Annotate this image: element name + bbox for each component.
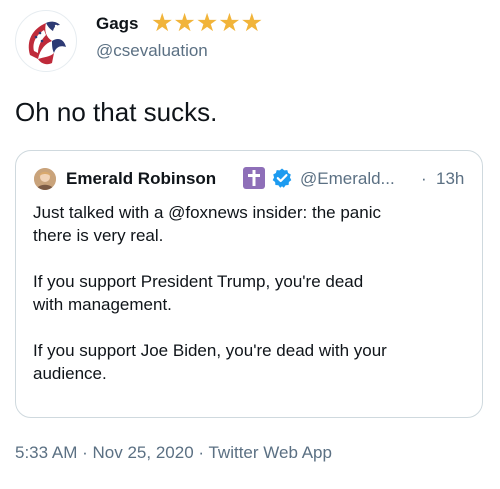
eagle-flag-icon bbox=[28, 21, 66, 65]
user-avatar[interactable] bbox=[15, 10, 77, 72]
tweet-metadata: 5:33 AM · Nov 25, 2020 · Twitter Web App bbox=[15, 443, 332, 463]
separator-dot: · bbox=[421, 169, 427, 188]
tweet-date[interactable]: Nov 25, 2020 bbox=[93, 443, 194, 462]
quoted-paragraph: If you support Joe Biden, you're dead wi… bbox=[33, 341, 387, 383]
display-name[interactable]: Gags bbox=[96, 14, 139, 34]
quoted-tweet-card[interactable]: Emerald Robinson @Emerald... · 13h Just … bbox=[15, 150, 483, 418]
quoted-paragraph: Just talked with a @foxnews insider: the… bbox=[33, 203, 381, 245]
separator-dot: · bbox=[198, 443, 205, 462]
cross-icon bbox=[243, 167, 265, 189]
person-photo-icon bbox=[34, 168, 56, 190]
separator-dot: · bbox=[82, 443, 88, 462]
verified-badge-icon bbox=[271, 167, 293, 189]
tweet-source[interactable]: Twitter Web App bbox=[208, 443, 331, 462]
quoted-paragraph: If you support President Trump, you're d… bbox=[33, 272, 364, 314]
star-emoji-icons: ★★★★★ bbox=[151, 9, 264, 37]
quoted-handle[interactable]: @Emerald... bbox=[300, 169, 395, 189]
tweet-time[interactable]: 5:33 AM bbox=[15, 443, 77, 462]
quoted-tweet-text: Just talked with a @foxnews insider: the… bbox=[33, 201, 473, 385]
tweet-text: Oh no that sucks. bbox=[15, 97, 218, 127]
quoted-timestamp[interactable]: 13h bbox=[436, 169, 464, 189]
user-handle[interactable]: @csevaluation bbox=[96, 41, 208, 61]
quoted-display-name[interactable]: Emerald Robinson bbox=[66, 169, 216, 189]
quoted-user-avatar[interactable] bbox=[34, 168, 56, 190]
